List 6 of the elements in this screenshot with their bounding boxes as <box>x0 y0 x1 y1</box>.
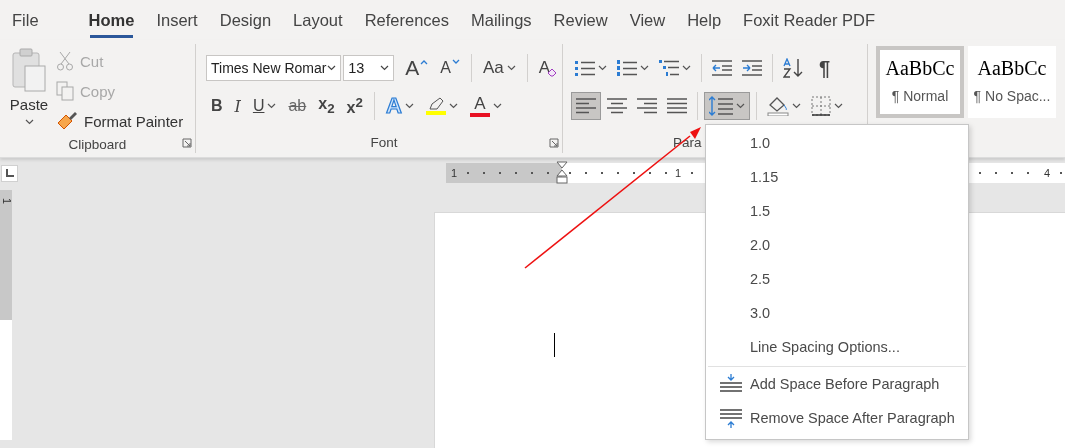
ruler-number: 1 <box>674 167 683 179</box>
group-label: Clipboard <box>68 137 127 152</box>
group-label: Font <box>370 134 398 150</box>
ruler-number: 1 <box>450 167 459 179</box>
ruler-number: 1 <box>0 197 13 205</box>
ruler-number: 4 <box>1042 167 1051 179</box>
